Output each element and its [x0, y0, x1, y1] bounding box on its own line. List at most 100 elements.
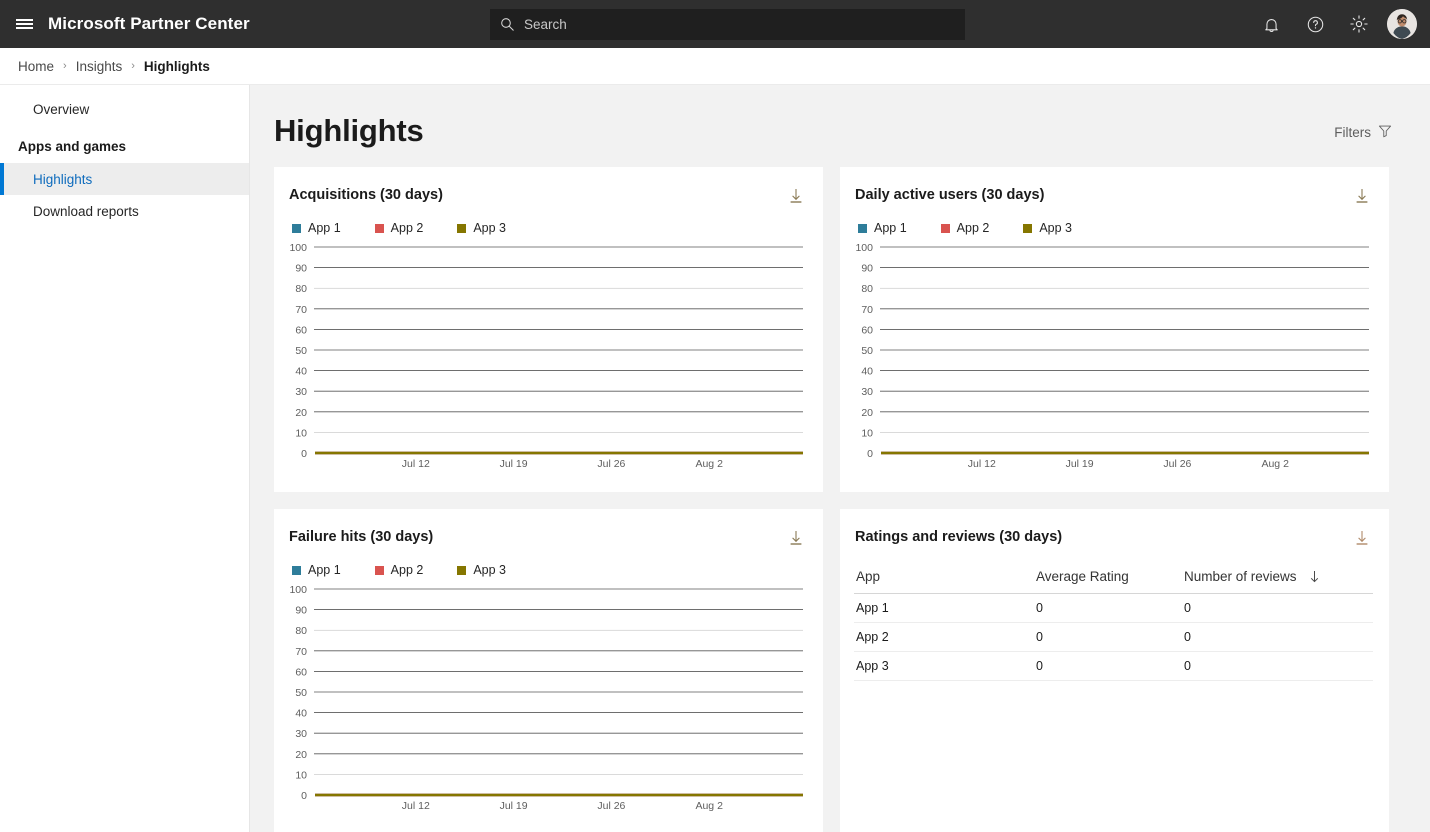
help-button[interactable]	[1293, 0, 1337, 48]
funnel-icon	[1378, 124, 1392, 141]
y-axis-tick-label: 90	[861, 263, 873, 275]
legend-swatch-app2	[374, 223, 384, 233]
chart-legend: App 1 App 2 App 3	[292, 563, 807, 577]
y-axis-tick-label: 30	[295, 386, 307, 398]
y-axis-tick-label: 30	[295, 728, 307, 740]
y-axis-tick-label: 10	[295, 769, 307, 781]
breadcrumb-separator: ›	[63, 60, 67, 72]
y-axis-tick-label: 90	[295, 263, 307, 275]
table-row[interactable]: App 200	[854, 622, 1373, 652]
table-cell-number-of-reviews: 0	[1184, 593, 1373, 623]
x-axis-tick-label: Jul 26	[597, 800, 625, 812]
sidebar-item-overview[interactable]: Overview	[0, 93, 249, 125]
y-axis-tick-label: 40	[295, 366, 307, 378]
x-axis-tick-label: Aug 2	[695, 800, 723, 812]
card-header: Daily active users (30 days)	[854, 187, 1373, 205]
sidebar-item-download-reports[interactable]: Download reports	[0, 195, 249, 227]
x-axis-tick-label: Jul 26	[1163, 458, 1191, 470]
y-axis-tick-label: 100	[289, 584, 307, 596]
y-axis-tick-label: 40	[295, 708, 307, 720]
card-title: Acquisitions (30 days)	[289, 187, 443, 203]
table-row[interactable]: App 300	[854, 651, 1373, 681]
y-axis-tick-label: 10	[295, 427, 307, 439]
column-header-app[interactable]: App	[854, 565, 1036, 594]
legend-label: App 2	[390, 563, 424, 577]
x-axis-tick-label: Jul 12	[402, 458, 430, 470]
search-input[interactable]	[524, 17, 965, 32]
table-row[interactable]: App 100	[854, 593, 1373, 623]
header-actions	[1249, 0, 1420, 48]
table-cell-average-rating: 0	[1036, 593, 1184, 623]
y-axis-tick-label: 60	[861, 324, 873, 336]
chart-failure-hits[interactable]: 100 90 80 70 60 50 40 30 20 10 0 Jul 12 Jul 19 Jul 26…	[288, 583, 807, 823]
chart-daily-active-users[interactable]: 100 90 80 70 60 50 40 30 20 10 0 Jul 12 Jul 19 Jul 26…	[854, 241, 1373, 481]
table-cell-average-rating: 0	[1036, 651, 1184, 681]
ratings-table: App Average Rating Number of reviews App…	[854, 565, 1373, 681]
card-header: Acquisitions (30 days)	[288, 187, 807, 205]
filters-button[interactable]: Filters	[1334, 124, 1392, 149]
x-axis-tick-label: Aug 2	[1261, 458, 1289, 470]
y-axis-tick-label: 80	[861, 283, 873, 295]
legend-swatch-app2	[940, 223, 950, 233]
hamburger-menu-icon[interactable]	[0, 0, 48, 48]
card-title: Failure hits (30 days)	[289, 529, 434, 545]
notifications-button[interactable]	[1249, 0, 1293, 48]
card-title: Daily active users (30 days)	[855, 187, 1045, 203]
sidebar-item-label: Overview	[33, 101, 90, 117]
y-axis-tick-label: 60	[295, 324, 307, 336]
breadcrumb-item-insights[interactable]: Insights	[76, 59, 123, 74]
y-axis-tick-label: 0	[301, 448, 307, 460]
y-axis-tick-label: 50	[861, 345, 873, 357]
download-icon[interactable]	[787, 187, 805, 205]
y-axis-tick-label: 90	[295, 605, 307, 617]
breadcrumb-item-home[interactable]: Home	[18, 59, 54, 74]
table-cell-number-of-reviews: 0	[1184, 651, 1373, 681]
arrow-down-icon	[1309, 569, 1320, 584]
legend-item-app2[interactable]: App 2	[940, 221, 989, 235]
chart-acquisitions[interactable]: 100 90 80 70 60 50 40 30 20 10 0 Jul 12 Jul 19 Jul 26…	[288, 241, 807, 481]
legend-swatch-app3	[1023, 223, 1033, 233]
download-icon[interactable]	[1353, 187, 1371, 205]
settings-button[interactable]	[1337, 0, 1381, 48]
legend-item-app2[interactable]: App 2	[374, 563, 424, 577]
sidebar-item-highlights[interactable]: Highlights	[0, 163, 249, 195]
x-axis-tick-label: Jul 12	[968, 458, 996, 470]
legend-label: App 1	[308, 221, 341, 235]
download-icon[interactable]	[1353, 529, 1371, 547]
breadcrumb: Home › Insights › Highlights	[0, 48, 1430, 85]
app-title: Microsoft Partner Center	[48, 14, 250, 33]
y-axis-tick-label: 80	[295, 625, 307, 637]
user-avatar[interactable]	[1387, 9, 1417, 39]
legend-item-app3[interactable]: App 3	[1023, 221, 1072, 235]
chart-legend: App 1 App 2 App 3	[292, 221, 807, 235]
global-search[interactable]	[490, 9, 965, 40]
column-header-average-rating[interactable]: Average Rating	[1036, 565, 1184, 594]
table-header-row: App Average Rating Number of reviews	[854, 565, 1373, 594]
card-header: Ratings and reviews (30 days)	[854, 529, 1373, 547]
column-header-number-of-reviews[interactable]: Number of reviews	[1184, 565, 1373, 594]
legend-item-app2[interactable]: App 2	[374, 221, 424, 235]
legend-label: App 2	[390, 221, 424, 235]
card-title: Ratings and reviews (30 days)	[855, 529, 1063, 545]
legend-label: App 3	[473, 563, 507, 577]
legend-label: App 3	[1039, 221, 1073, 235]
table-cell-app: App 3	[854, 651, 1036, 681]
chart-plot-area: 1009080706050403020100Jul 12 Jul 19 Jul 26…	[289, 584, 803, 812]
legend-swatch-app1	[858, 223, 867, 233]
table-cell-app: App 2	[854, 622, 1036, 652]
legend-item-app1[interactable]: App 1	[292, 563, 341, 577]
table-cell-app: App 1	[854, 593, 1036, 623]
app-header: Microsoft Partner Center	[0, 0, 1430, 48]
y-axis-tick-label: 100	[855, 242, 873, 254]
download-icon[interactable]	[787, 529, 805, 547]
sidebar-item-label: Highlights	[33, 171, 93, 187]
legend-label: App 1	[874, 221, 907, 235]
legend-item-app3[interactable]: App 3	[457, 563, 506, 577]
y-axis-tick-label: 20	[295, 749, 307, 761]
cards-grid: Acquisitions (30 days) App 1 App 2 App 3…	[274, 167, 1392, 832]
chart-legend: App 1 App 2 App 3	[858, 221, 1373, 235]
legend-item-app1[interactable]: App 1	[858, 221, 907, 235]
legend-item-app1[interactable]: App 1	[292, 221, 341, 235]
y-axis-tick-label: 10	[861, 427, 873, 439]
legend-item-app3[interactable]: App 3	[457, 221, 506, 235]
